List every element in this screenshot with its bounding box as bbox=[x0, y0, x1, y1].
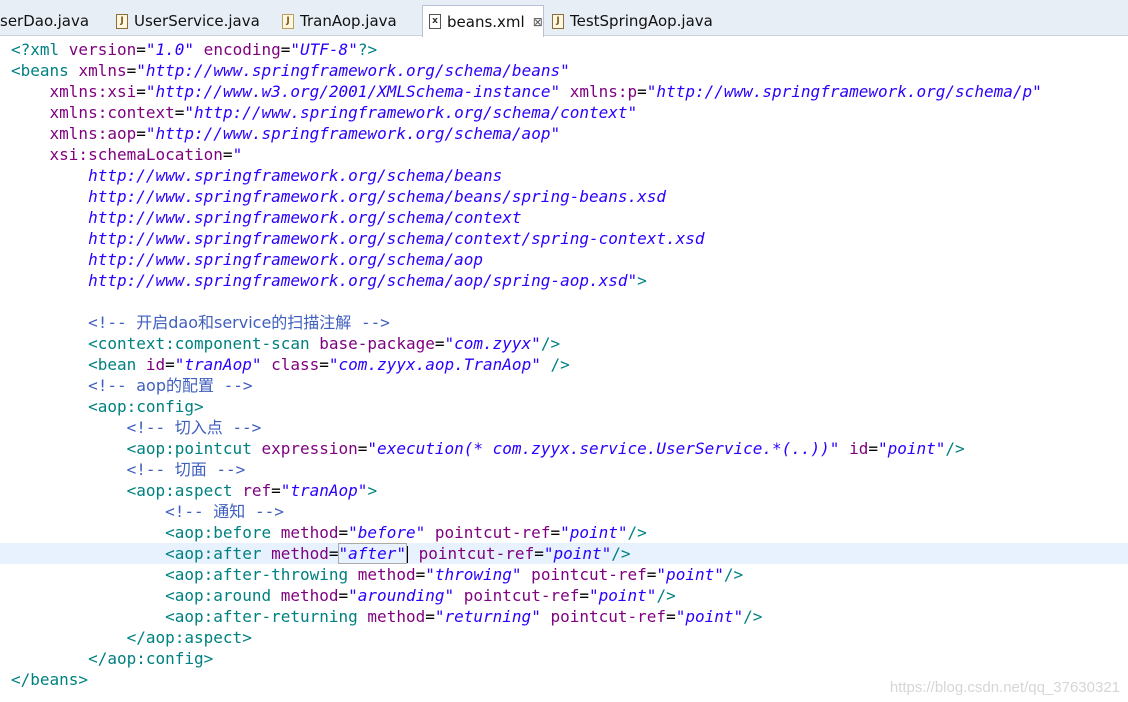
code-line-21: <!-- 切面 --> bbox=[126, 460, 246, 479]
code-line-27: <aop:around method="arounding" pointcut-… bbox=[165, 586, 676, 605]
code-line-1: <?xml version="1.0" encoding="UTF-8"?> bbox=[11, 40, 378, 59]
code-line-22: <aop:aspect ref="tranAop"> bbox=[126, 481, 378, 500]
code-line-23: <!-- 通知 --> bbox=[165, 502, 284, 521]
code-line-25-current[interactable]: <aop:after method="after" pointcut-ref="… bbox=[0, 543, 1128, 564]
code-line-29: </aop:aspect> bbox=[126, 628, 252, 647]
code-line-12: http://www.springframework.org/schema/ao… bbox=[88, 271, 647, 290]
code-line-20: <aop:pointcut expression="execution(* co… bbox=[126, 439, 965, 458]
code-line-2: <beans xmlns="http://www.springframework… bbox=[11, 61, 570, 80]
tab-label: serDao.java bbox=[0, 12, 90, 30]
java-file-icon: J bbox=[116, 13, 128, 29]
code-line-18: <aop:config> bbox=[88, 397, 204, 416]
code-line-6: xsi:schemaLocation=" bbox=[49, 145, 243, 164]
code-line-11: http://www.springframework.org/schema/ao… bbox=[88, 250, 484, 269]
code-line-26: <aop:after-throwing method="throwing" po… bbox=[165, 565, 744, 584]
tab-label: beans.xml bbox=[447, 12, 525, 31]
code-line-3: xmlns:xsi="http://www.w3.org/2001/XMLSch… bbox=[49, 82, 1042, 101]
code-line-8: http://www.springframework.org/schema/be… bbox=[88, 187, 667, 206]
code-line-5: xmlns:aop="http://www.springframework.or… bbox=[49, 124, 561, 143]
java-file-icon: J bbox=[552, 13, 564, 29]
watermark: https://blog.csdn.net/qq_37630321 bbox=[889, 679, 1120, 696]
code-line-14: <!-- 开启dao和service的扫描注解 --> bbox=[88, 313, 390, 332]
code-line-10: http://www.springframework.org/schema/co… bbox=[88, 229, 705, 248]
tab-userservice-java[interactable]: J UserService.java bbox=[110, 6, 275, 36]
xml-file-icon: x bbox=[429, 14, 441, 29]
code-line-16: <bean id="tranAop" class="com.zyyx.aop.T… bbox=[88, 355, 570, 374]
code-line-19: <!-- 切入点 --> bbox=[126, 418, 262, 437]
java-file-icon: J bbox=[282, 13, 294, 29]
xml-editor[interactable]: <?xml version="1.0" encoding="UTF-8"?> <… bbox=[0, 37, 1128, 702]
tab-serdao-java[interactable]: serDao.java bbox=[0, 6, 106, 36]
code-line-7: http://www.springframework.org/schema/be… bbox=[88, 166, 503, 185]
code-line-4: xmlns:context="http://www.springframewor… bbox=[49, 103, 638, 122]
code-line-28: <aop:after-returning method="returning" … bbox=[165, 607, 763, 626]
code-line-24: <aop:before method="before" pointcut-ref… bbox=[165, 523, 647, 542]
code-line-15: <context:component-scan base-package="co… bbox=[88, 334, 561, 353]
text-caret bbox=[406, 546, 408, 563]
tab-tranaop-java[interactable]: J TranAop.java bbox=[276, 6, 422, 36]
tab-testspringaop-java[interactable]: J TestSpringAop.java bbox=[546, 6, 726, 36]
editor-tab-bar: serDao.java J UserService.java J TranAop… bbox=[0, 0, 1128, 37]
tab-label: TestSpringAop.java bbox=[570, 12, 713, 30]
tab-label: UserService.java bbox=[134, 12, 260, 30]
code-line-9: http://www.springframework.org/schema/co… bbox=[88, 208, 522, 227]
tab-beans-xml[interactable]: x beans.xml ⊠ bbox=[422, 5, 544, 37]
code-line-30: </aop:config> bbox=[88, 649, 214, 668]
tab-label: TranAop.java bbox=[300, 12, 397, 30]
close-tab-icon[interactable]: ⊠ bbox=[533, 15, 543, 29]
code-line-17: <!-- aop的配置 --> bbox=[88, 376, 253, 395]
